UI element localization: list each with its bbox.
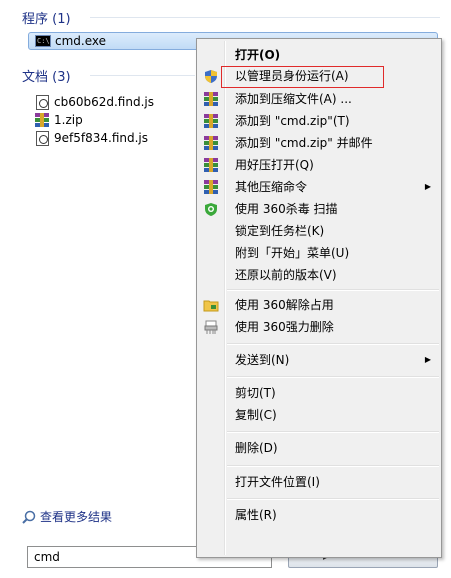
menu-separator (227, 343, 439, 345)
zip-icon (203, 157, 219, 173)
documents-divider (90, 75, 195, 76)
shield-icon (203, 68, 219, 84)
menu-separator (227, 465, 439, 467)
menu-item-open-with-haozip[interactable]: 用好压打开(Q) (199, 154, 439, 176)
result-item-doc-1[interactable]: cb60b62d.find.js (34, 93, 154, 111)
menu-separator (227, 431, 439, 433)
menu-item-open[interactable]: 打开(O) (199, 44, 439, 66)
result-item-label: cb60b62d.find.js (54, 95, 154, 109)
menu-item-360-scan[interactable]: 使用 360杀毒 扫描 (199, 198, 439, 220)
result-item-doc-2[interactable]: 1.zip (34, 111, 83, 129)
menu-item-other-compress-commands[interactable]: 其他压缩命令 ▶ (199, 176, 439, 198)
menu-item-properties[interactable]: 属性(R) (199, 504, 439, 526)
result-item-label: 9ef5f834.find.js (54, 131, 149, 145)
menu-item-restore-previous-versions[interactable]: 还原以前的版本(V) (199, 264, 439, 286)
js-file-icon (34, 130, 50, 146)
menu-item-360-unlock[interactable]: 使用 360解除占用 (199, 294, 439, 316)
zip-icon (203, 179, 219, 195)
menu-item-add-to-cmd-zip-and-email[interactable]: 添加到 "cmd.zip" 并邮件 (199, 132, 439, 154)
programs-section-title: 程序 (1) (22, 12, 71, 27)
unlock-folder-icon (203, 297, 219, 313)
zip-icon (34, 112, 50, 128)
menu-item-add-to-archive[interactable]: 添加到压缩文件(A) ... (199, 88, 439, 110)
menu-item-pin-to-start-menu[interactable]: 附到「开始」菜单(U) (199, 242, 439, 264)
menu-separator (227, 289, 439, 291)
menu-item-360-force-delete[interactable]: 使用 360强力删除 (199, 316, 439, 338)
shredder-icon (203, 319, 219, 335)
search-input[interactable]: cmd (34, 550, 60, 564)
zip-icon (203, 91, 219, 107)
menu-item-cut[interactable]: 剪切(T) (199, 382, 439, 404)
zip-icon (203, 135, 219, 151)
submenu-arrow-icon: ▶ (424, 355, 431, 364)
cmd-icon: C:\ (35, 35, 51, 47)
programs-divider (90, 17, 440, 18)
result-item-label: cmd.exe (55, 34, 107, 48)
menu-item-run-as-admin[interactable]: 以管理员身份运行(A) (199, 65, 439, 87)
menu-item-open-file-location[interactable]: 打开文件位置(I) (199, 471, 439, 493)
menu-item-send-to[interactable]: 发送到(N) ▶ (199, 349, 439, 371)
zip-icon (203, 113, 219, 129)
submenu-arrow-icon: ▶ (424, 182, 431, 191)
menu-item-copy[interactable]: 复制(C) (199, 404, 439, 426)
menu-separator (227, 376, 439, 378)
result-item-doc-3[interactable]: 9ef5f834.find.js (34, 129, 148, 147)
context-menu: 打开(O) 以管理员身份运行(A) 添加到压缩文件(A) ... 添加到 "cm… (196, 38, 442, 558)
search-icon (22, 510, 36, 524)
see-more-results-link[interactable]: 查看更多结果 (22, 508, 112, 525)
menu-separator (227, 498, 439, 500)
360-shield-icon (203, 201, 219, 217)
documents-section-title: 文档 (3) (22, 70, 71, 85)
menu-item-delete[interactable]: 删除(D) (199, 437, 439, 459)
menu-item-pin-to-taskbar[interactable]: 锁定到任务栏(K) (199, 220, 439, 242)
menu-item-add-to-cmd-zip[interactable]: 添加到 "cmd.zip"(T) (199, 110, 439, 132)
result-item-label: 1.zip (54, 113, 83, 127)
js-file-icon (34, 94, 50, 110)
see-more-results-label: 查看更多结果 (40, 510, 113, 524)
